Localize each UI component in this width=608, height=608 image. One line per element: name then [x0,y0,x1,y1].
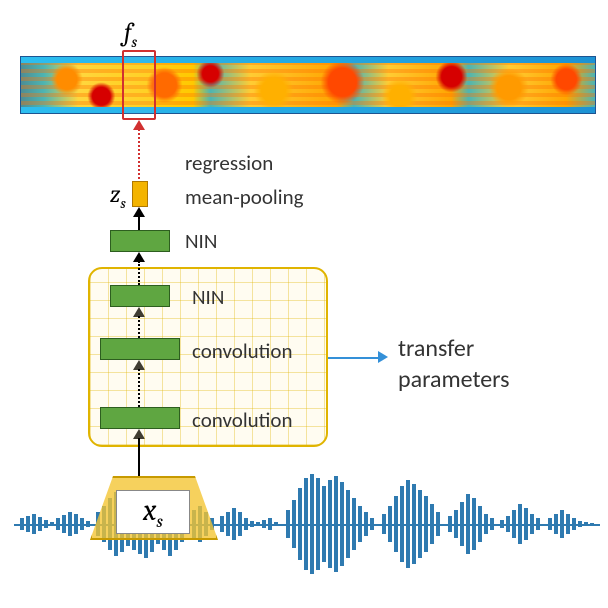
label-mean-pooling: mean-pooling [185,184,303,210]
connector-conv2-to-conv1 [138,369,140,407]
connector-nin-to-zs [138,216,140,231]
xs-sub: s [156,511,163,532]
zs-symbol: zs [110,180,126,212]
label-nin-mid: NIN [192,284,224,310]
zs-sub: s [120,194,125,212]
zs-block [132,181,148,207]
conv1-block [100,338,180,360]
xs-card: xs [116,490,190,534]
label-regression: regression [185,150,273,176]
xs-symbol: xs [143,493,163,532]
zs-letter: z [110,180,120,208]
transfer-label-l2: parameters [398,364,510,395]
conv2-block [100,407,180,429]
label-nin-top: NIN [185,228,217,254]
connector-conv1-to-ninmid [138,316,140,338]
label-conv1: convolution [192,338,293,364]
connector-xs-to-conv2 [138,438,140,476]
connector-zs-to-fs [138,129,140,179]
nin-mid-block [110,285,170,307]
xs-letter: x [143,493,156,528]
transfer-pointer-arrowhead [378,351,388,363]
spectrogram-image [20,56,596,114]
nin-top-block [110,230,170,252]
fs-highlight-box [122,50,156,120]
transfer-pointer-line [328,357,380,359]
connector-ninmid-to-nintop [138,261,140,285]
fs-sub: s [131,33,137,51]
transfer-label-l1: transfer [398,333,510,364]
fs-symbol: fs [124,18,137,51]
transfer-label: transfer parameters [398,333,510,395]
label-conv2: convolution [192,407,293,433]
